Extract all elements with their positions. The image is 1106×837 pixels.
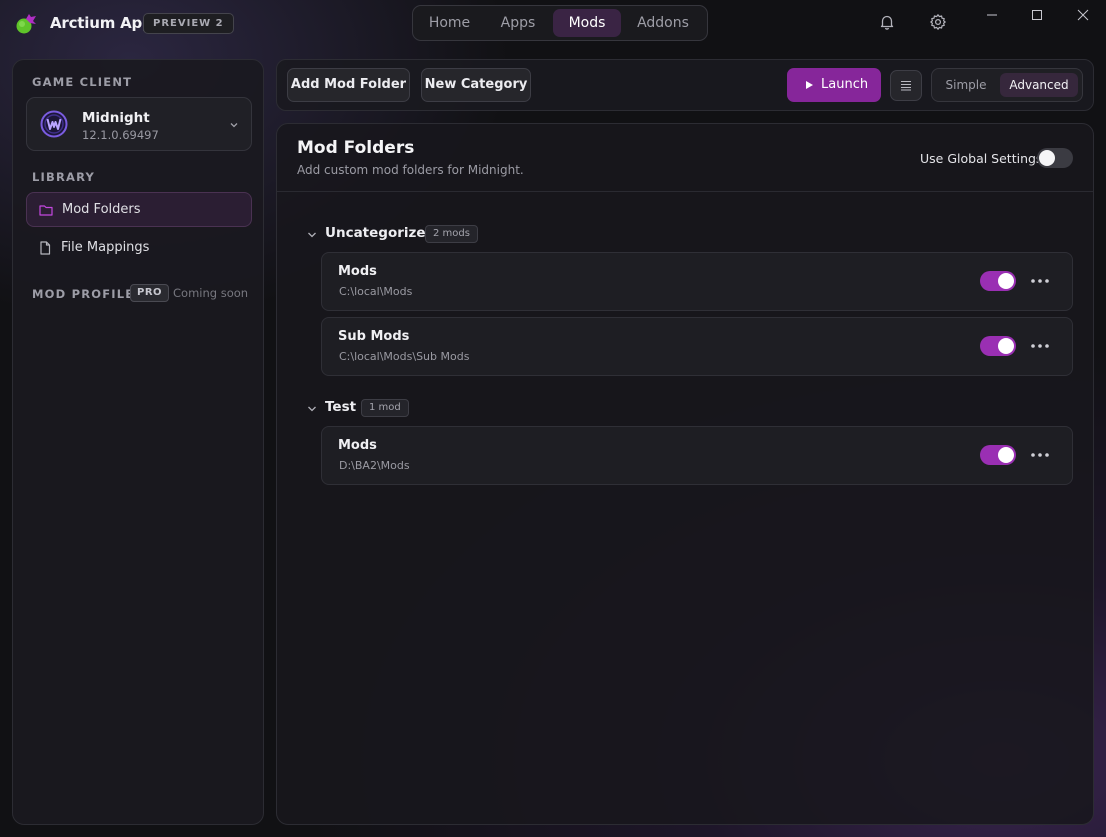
mod-folder-row: Mods D:\BA2\Mods [321, 426, 1073, 485]
category-name: Uncategorized [325, 225, 436, 241]
list-menu-button[interactable] [890, 70, 922, 101]
maximize-icon[interactable] [1026, 6, 1048, 26]
mod-enabled-toggle[interactable] [980, 445, 1016, 465]
global-settings-toggle[interactable] [1037, 148, 1073, 168]
top-nav: Home Apps Mods Addons [412, 5, 708, 41]
folder-icon [39, 205, 53, 216]
more-options-icon[interactable] [1030, 343, 1050, 349]
global-settings-label: Use Global Settings [920, 151, 1043, 166]
chevron-down-icon [308, 406, 316, 412]
library-label: LIBRARY [32, 170, 96, 184]
page-title: Mod Folders [297, 138, 415, 158]
toggle-knob [998, 338, 1014, 354]
chevron-down-icon [308, 232, 316, 238]
game-client-selector[interactable]: Midnight 12.1.0.69497 [26, 97, 252, 151]
mod-path: C:\local\Mods [339, 285, 413, 298]
file-icon [40, 241, 51, 255]
client-name: Midnight [82, 110, 150, 126]
sidebar: GAME CLIENT Midnight 12.1.0.69497 LIBRAR… [12, 59, 264, 825]
toggle-knob [998, 447, 1014, 463]
tab-home[interactable]: Home [416, 9, 483, 37]
category-name: Test [325, 399, 357, 415]
mod-path: C:\local\Mods\Sub Mods [339, 350, 470, 363]
tab-apps[interactable]: Apps [485, 9, 551, 37]
mode-simple[interactable]: Simple [936, 73, 996, 97]
sidebar-item-file-mappings[interactable]: File Mappings [26, 231, 252, 266]
mod-enabled-toggle[interactable] [980, 336, 1016, 356]
mod-folders-panel: Mod Folders Add custom mod folders for M… [276, 123, 1094, 825]
chevron-down-icon [230, 123, 238, 128]
launch-button[interactable]: Launch [787, 68, 881, 102]
tab-mods[interactable]: Mods [553, 9, 621, 37]
wow-icon [40, 110, 68, 138]
category-header[interactable]: Test 1 mod [303, 397, 503, 419]
gear-icon[interactable] [929, 13, 947, 31]
mode-advanced[interactable]: Advanced [1000, 73, 1078, 97]
mod-folder-row: Sub Mods C:\local\Mods\Sub Mods [321, 317, 1073, 376]
new-category-button[interactable]: New Category [421, 68, 531, 102]
launch-label: Launch [821, 77, 869, 92]
mod-folder-row: Mods C:\local\Mods [321, 252, 1073, 311]
minimize-icon[interactable] [981, 6, 1003, 26]
toggle-knob [1039, 150, 1055, 166]
mod-count-badge: 1 mod [361, 399, 409, 417]
mod-name: Mods [338, 438, 377, 453]
game-client-label: GAME CLIENT [32, 75, 133, 89]
title-bar: Arctium App PREVIEW 2 Home Apps Mods Add… [0, 0, 1106, 46]
sidebar-item-mod-folders[interactable]: Mod Folders [26, 192, 252, 227]
client-version: 12.1.0.69497 [82, 128, 159, 142]
mod-name: Mods [338, 264, 377, 279]
close-icon[interactable] [1072, 6, 1094, 26]
divider [277, 191, 1093, 192]
list-icon [901, 81, 911, 91]
add-mod-folder-button[interactable]: Add Mod Folder [287, 68, 410, 102]
tab-addons[interactable]: Addons [623, 9, 703, 37]
app-logo-icon [16, 14, 36, 34]
mod-enabled-toggle[interactable] [980, 271, 1016, 291]
toolbar: Add Mod Folder New Category Launch Simpl… [276, 59, 1094, 111]
page-subtitle: Add custom mod folders for Midnight. [297, 163, 524, 177]
mod-profiles-label: MOD PROFILES [32, 287, 144, 301]
sidebar-item-label: File Mappings [61, 240, 150, 255]
more-options-icon[interactable] [1030, 452, 1050, 458]
mod-count-badge: 2 mods [425, 225, 478, 243]
view-mode-toggle: Simple Advanced [931, 68, 1083, 102]
toggle-knob [998, 273, 1014, 289]
category-header[interactable]: Uncategorized 2 mods [303, 223, 503, 245]
preview-badge: PREVIEW 2 [143, 13, 234, 34]
play-icon [806, 81, 813, 89]
app-name: Arctium App [50, 14, 153, 32]
mod-name: Sub Mods [338, 329, 410, 344]
bell-icon[interactable] [878, 13, 896, 31]
sidebar-item-label: Mod Folders [62, 202, 141, 217]
coming-soon-text: Coming soon [173, 286, 249, 300]
pro-badge: PRO [130, 284, 170, 302]
more-options-icon[interactable] [1030, 278, 1050, 284]
mod-path: D:\BA2\Mods [339, 459, 410, 472]
